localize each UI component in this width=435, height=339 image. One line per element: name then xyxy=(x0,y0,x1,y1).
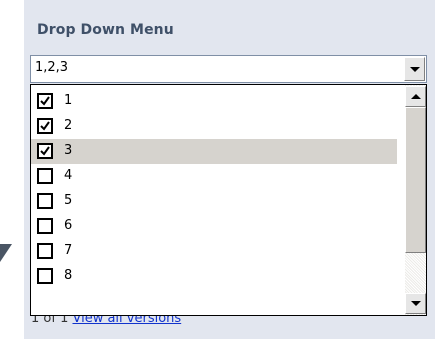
dropdown-toggle-button[interactable] xyxy=(404,57,425,81)
option-checkbox[interactable] xyxy=(37,268,53,284)
scrollbar-thumb[interactable] xyxy=(405,107,426,253)
option-checkbox[interactable] xyxy=(37,168,53,184)
dropdown-listbox[interactable]: 1 2 3 4 5 6 7 8 xyxy=(30,84,427,316)
option-item-1[interactable]: 1 xyxy=(31,89,397,114)
chevron-down-icon xyxy=(410,67,420,72)
option-label: 7 xyxy=(64,243,73,258)
option-item-7[interactable]: 7 xyxy=(31,239,397,264)
scroll-down-arrow-icon xyxy=(411,301,421,306)
option-item-6[interactable]: 6 xyxy=(31,214,397,239)
option-checkbox[interactable] xyxy=(37,118,53,134)
option-item-4[interactable]: 4 xyxy=(31,164,397,189)
scroll-up-arrow-icon xyxy=(411,94,421,99)
dropdown-selected-value: 1,2,3 xyxy=(35,60,69,75)
option-label: 8 xyxy=(64,268,73,283)
scroll-up-button[interactable] xyxy=(405,86,426,107)
option-checkbox[interactable] xyxy=(37,243,53,259)
option-label: 3 xyxy=(64,143,73,158)
option-label: 5 xyxy=(64,193,73,208)
checkmark-icon xyxy=(40,96,50,106)
option-label: 1 xyxy=(64,93,73,108)
option-item-8[interactable]: 8 xyxy=(31,264,397,289)
dropdown-select[interactable]: 1,2,3 xyxy=(30,55,427,83)
option-item-2[interactable]: 2 xyxy=(31,114,397,139)
option-item-3[interactable]: 3 xyxy=(31,139,397,164)
option-checkbox[interactable] xyxy=(37,143,53,159)
option-label: 4 xyxy=(64,168,73,183)
option-checkbox[interactable] xyxy=(37,93,53,109)
option-label: 2 xyxy=(64,118,73,133)
option-item-5[interactable]: 5 xyxy=(31,189,397,214)
checkmark-icon xyxy=(40,146,50,156)
option-checkbox[interactable] xyxy=(37,193,53,209)
scroll-down-button[interactable] xyxy=(405,293,426,314)
option-list: 1 2 3 4 5 6 7 8 xyxy=(31,89,406,289)
collapsed-tab-marker xyxy=(0,244,12,262)
checkmark-icon xyxy=(40,121,50,131)
listbox-scrollbar[interactable] xyxy=(405,85,426,315)
option-label: 6 xyxy=(64,218,73,233)
option-checkbox[interactable] xyxy=(37,218,53,234)
field-label: Drop Down Menu xyxy=(37,22,174,38)
